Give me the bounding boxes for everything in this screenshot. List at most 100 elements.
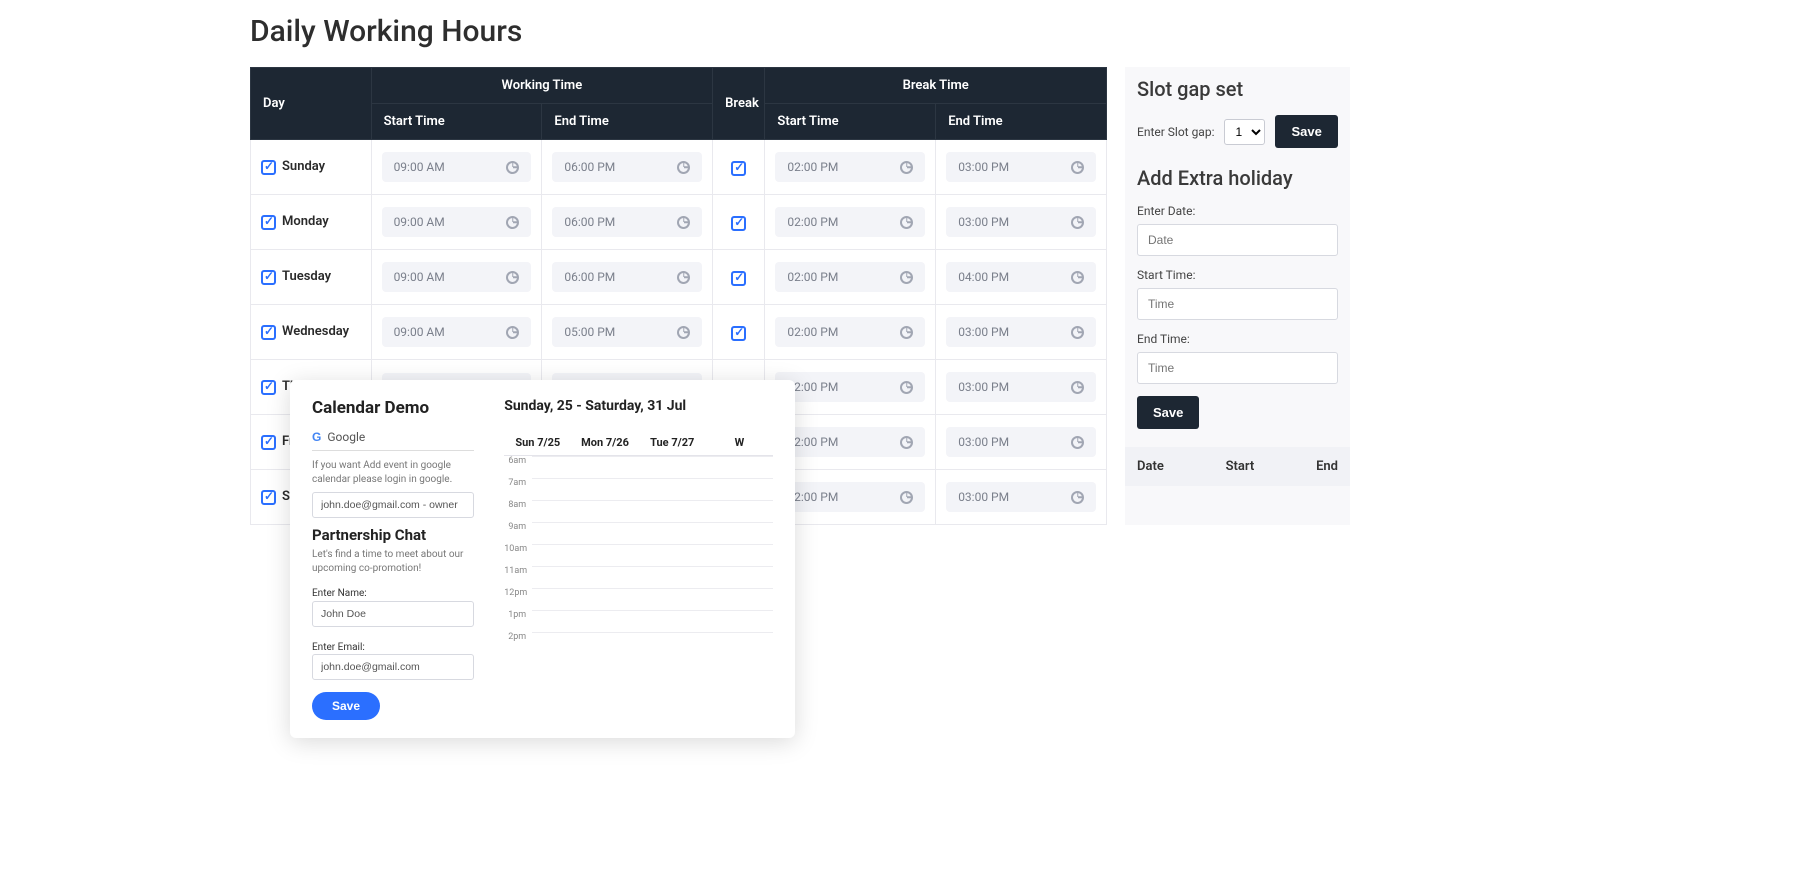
day-label: Sunday [282,159,325,174]
day-checkbox[interactable] [261,215,276,230]
break-checkbox[interactable] [731,161,746,176]
break-end-input[interactable]: 03:00 PM [946,207,1096,237]
clock-icon [506,271,519,284]
hour-label: 1pm [504,610,532,620]
name-label: Enter Name: [312,588,367,599]
hour-label: 11am [504,566,532,576]
day-checkbox[interactable] [261,435,276,450]
overlay-save-button[interactable]: Save [312,692,380,720]
time-value: 03:00 PM [958,325,1009,339]
clock-icon [900,326,913,339]
google-login-row[interactable]: G Google [312,430,474,451]
time-value: 03:00 PM [958,435,1009,449]
hour-label: 6am [504,456,532,466]
hour-label: 2pm [504,632,532,642]
break-end-input[interactable]: 03:00 PM [946,427,1096,457]
break-start-input[interactable]: 02:00 PM [775,262,925,292]
time-value: 03:00 PM [958,490,1009,504]
hour-label: 7am [504,478,532,488]
holiday-end-label: End Time: [1137,332,1338,346]
slot-gap-select[interactable]: 1 [1224,119,1265,145]
holiday-save-button[interactable]: Save [1137,396,1199,429]
slot-gap-label: Enter Slot gap: [1137,125,1214,139]
break-end-input[interactable]: 04:00 PM [946,262,1096,292]
break-start-input[interactable]: 02:00 PM [775,482,925,512]
clock-icon [1071,326,1084,339]
clock-icon [1071,271,1084,284]
time-value: 09:00 AM [394,215,445,229]
break-end-input[interactable]: 03:00 PM [946,482,1096,512]
break-checkbox[interactable] [731,326,746,341]
holiday-date-input[interactable] [1137,224,1338,256]
email-label: Enter Email: [312,642,365,653]
work-start-input[interactable]: 09:00 AM [382,262,532,292]
break-start-input[interactable]: 02:00 PM [775,207,925,237]
owner-email-input[interactable] [312,492,474,518]
calendar-grid[interactable]: 6am7am8am9am10am11am12pm1pm2pm [504,456,773,654]
break-start-input[interactable]: 02:00 PM [775,372,925,402]
calendar-day-column[interactable]: W [706,430,773,455]
work-start-input[interactable]: 09:00 AM [382,317,532,347]
hour-line [532,456,773,457]
work-end-input[interactable]: 06:00 PM [552,207,702,237]
th-end-time-1: End Time [542,104,713,140]
calendar-hour-row: 10am [504,544,773,566]
day-label: Monday [282,214,329,229]
hour-label: 10am [504,544,532,554]
clock-icon [677,161,690,174]
name-input[interactable] [312,601,474,627]
calendar-day-column[interactable]: Tue 7/27 [639,430,706,455]
time-value: 02:00 PM [787,160,838,174]
table-row: Monday 09:00 AM 06:00 PM 02:00 PM 03:00 PM [251,195,1107,250]
holiday-start-input[interactable] [1137,288,1338,320]
table-row: Sunday 09:00 AM 06:00 PM 02:00 PM 03:00 PM [251,140,1107,195]
clock-icon [1071,216,1084,229]
break-end-input[interactable]: 03:00 PM [946,372,1096,402]
break-checkbox[interactable] [731,271,746,286]
clock-icon [677,326,690,339]
th-start-time-1: Start Time [371,104,542,140]
day-checkbox[interactable] [261,490,276,505]
day-checkbox[interactable] [261,380,276,395]
time-value: 03:00 PM [958,160,1009,174]
email-input[interactable] [312,654,474,680]
work-end-input[interactable]: 05:00 PM [552,317,702,347]
holiday-list-header: Date Start End [1125,447,1350,486]
break-end-input[interactable]: 03:00 PM [946,152,1096,182]
calendar-hour-row: 2pm [504,632,773,654]
hour-line [532,478,773,479]
time-value: 09:00 AM [394,270,445,284]
clock-icon [677,216,690,229]
partnership-chat-title: Partnership Chat [312,526,474,544]
hour-line [532,610,773,611]
time-value: 09:00 AM [394,325,445,339]
work-end-input[interactable]: 06:00 PM [552,152,702,182]
slot-gap-save-button[interactable]: Save [1275,115,1337,148]
time-value: 09:00 AM [394,160,445,174]
day-checkbox[interactable] [261,325,276,340]
day-checkbox[interactable] [261,160,276,175]
calendar-hour-row: 11am [504,566,773,588]
hour-line [532,522,773,523]
clock-icon [900,436,913,449]
hour-label: 8am [504,500,532,510]
time-value: 05:00 PM [564,325,615,339]
partnership-chat-hint: Let's find a time to meet about our upco… [312,548,474,575]
day-checkbox[interactable] [261,270,276,285]
google-label: Google [327,430,365,444]
work-start-input[interactable]: 09:00 AM [382,207,532,237]
work-end-input[interactable]: 06:00 PM [552,262,702,292]
break-start-input[interactable]: 02:00 PM [775,317,925,347]
break-checkbox[interactable] [731,216,746,231]
break-start-input[interactable]: 02:00 PM [775,152,925,182]
break-end-input[interactable]: 03:00 PM [946,317,1096,347]
time-value: 02:00 PM [787,325,838,339]
calendar-day-column[interactable]: Mon 7/26 [571,430,638,455]
work-start-input[interactable]: 09:00 AM [382,152,532,182]
break-start-input[interactable]: 02:00 PM [775,427,925,457]
google-icon: G [312,430,321,444]
calendar-day-column[interactable]: Sun 7/25 [504,430,571,455]
holiday-end-input[interactable] [1137,352,1338,384]
th-working-time: Working Time [371,68,713,104]
clock-icon [677,271,690,284]
